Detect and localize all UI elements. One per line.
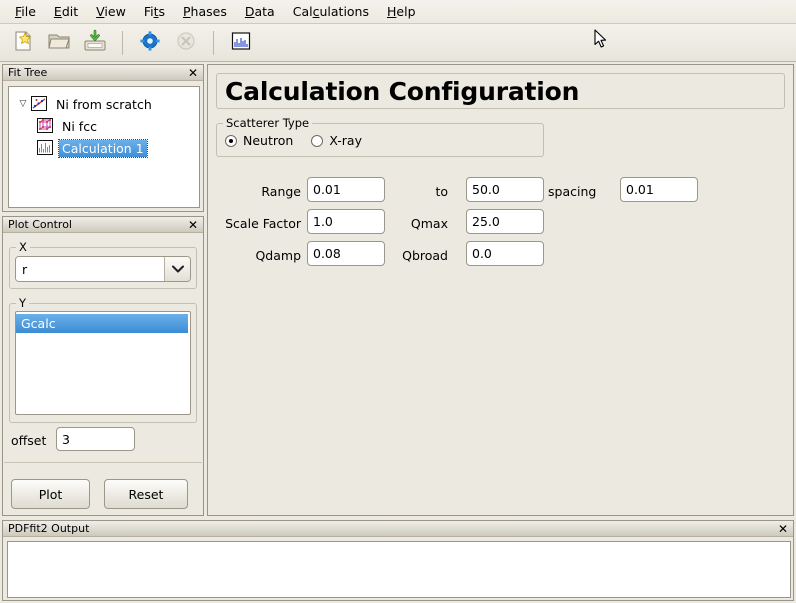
scale-factor-input[interactable]: 1.0 (307, 209, 385, 234)
plot-button-toolbar[interactable] (226, 28, 256, 58)
plot-button[interactable]: Plot (11, 479, 90, 509)
plot-control-close-icon[interactable]: ✕ (187, 219, 199, 231)
new-fit-button[interactable] (8, 28, 38, 58)
calculation-configuration-panel: Calculation Configuration Scatterer Type… (207, 64, 794, 516)
plot-control-title: Plot Control (8, 218, 72, 231)
scale-factor-label: Scale Factor (211, 216, 301, 231)
fit-tree-close-icon[interactable]: ✕ (187, 67, 199, 79)
spacing-label: spacing (548, 184, 613, 199)
fit-tree-panel: Fit Tree ✕ ▽ Ni from scratch (2, 64, 204, 212)
offset-label: offset (11, 433, 46, 448)
scatterer-type-radio-row: Neutron X-ray (225, 133, 374, 148)
run-gear-icon (139, 30, 161, 55)
open-folder-icon (47, 29, 71, 56)
offset-input[interactable]: 3 (56, 427, 135, 451)
run-button[interactable] (135, 28, 165, 58)
menu-calculations[interactable]: Calculations (284, 1, 378, 22)
chevron-down-icon[interactable]: ▽ (15, 99, 31, 109)
chevron-down-icon[interactable] (164, 257, 190, 281)
radio-neutron[interactable] (225, 135, 237, 147)
new-fit-icon (11, 29, 35, 56)
tree-item-label: Calculation 1 (59, 140, 147, 157)
y-axis-group-label: Y (16, 296, 29, 310)
x-axis-combobox[interactable]: r (15, 256, 191, 282)
tree-item-ni-from-scratch[interactable]: ▽ Ni from scratch (9, 93, 199, 115)
x-axis-value: r (16, 257, 164, 281)
toolbar-separator-1 (122, 31, 123, 55)
tree-item-calculation-1[interactable]: Calculation 1 (9, 137, 199, 159)
pdffit2-output-text[interactable] (7, 541, 791, 598)
plot-control-panel: Plot Control ✕ X r Y Gcalc offset 3 Plot… (2, 216, 204, 516)
radio-xray[interactable] (311, 135, 323, 147)
open-folder-button[interactable] (44, 28, 74, 58)
page-title: Calculation Configuration (216, 73, 785, 109)
qdamp-input[interactable]: 0.08 (307, 241, 385, 266)
menu-bar: File Edit View Fits Phases Data Calculat… (0, 0, 796, 24)
scatterer-type-group: Scatterer Type Neutron X-ray (216, 123, 544, 157)
reset-button[interactable]: Reset (104, 479, 188, 509)
tree-item-label: Ni fcc (59, 118, 100, 135)
radio-xray-label: X-ray (329, 133, 362, 148)
plot-control-titlebar: Plot Control ✕ (3, 217, 203, 233)
save-button[interactable] (80, 28, 110, 58)
stop-button (171, 28, 201, 58)
fit-tree-title: Fit Tree (8, 66, 47, 79)
fit-tree-list[interactable]: ▽ Ni from scratch (8, 86, 200, 208)
y-axis-listbox[interactable]: Gcalc (15, 311, 191, 415)
tree-item-ni-fcc[interactable]: Ni fcc (9, 115, 199, 137)
list-item[interactable]: Gcalc (16, 314, 188, 333)
fit-tree-titlebar: Fit Tree ✕ (3, 65, 203, 81)
spacing-input[interactable]: 0.01 (620, 177, 698, 202)
menu-edit[interactable]: Edit (45, 1, 87, 22)
range-label: Range (231, 184, 301, 199)
crystal-lattice-icon (37, 118, 55, 134)
scatterer-type-group-label: Scatterer Type (223, 116, 312, 130)
qmax-label: Qmax (383, 216, 448, 231)
stop-icon (175, 30, 197, 55)
menu-data[interactable]: Data (236, 1, 284, 22)
range-input[interactable]: 0.01 (307, 177, 385, 202)
menu-file[interactable]: File (6, 1, 45, 22)
to-input[interactable]: 50.0 (466, 177, 544, 202)
x-axis-group-label: X (16, 240, 30, 254)
pdffit2-output-close-icon[interactable]: ✕ (777, 523, 789, 535)
pdffit2-output-titlebar: PDFfit2 Output ✕ (3, 521, 793, 537)
menu-view[interactable]: View (87, 1, 135, 22)
toolbar-separator-2 (213, 31, 214, 55)
save-icon (83, 29, 107, 56)
qbroad-label: Qbroad (378, 248, 448, 263)
radio-neutron-label: Neutron (243, 133, 293, 148)
toolbar (0, 24, 796, 62)
qmax-input[interactable]: 25.0 (466, 209, 544, 234)
menu-phases[interactable]: Phases (174, 1, 236, 22)
to-label: to (403, 184, 448, 199)
pdffit2-output-panel: PDFfit2 Output ✕ (2, 520, 794, 601)
pdffit2-output-title: PDFfit2 Output (8, 522, 89, 535)
menu-fits[interactable]: Fits (135, 1, 174, 22)
application-window: File Edit View Fits Phases Data Calculat… (0, 0, 796, 603)
scatter-plot-icon (31, 96, 49, 112)
mouse-cursor (594, 29, 608, 49)
histogram-icon (37, 140, 55, 156)
qbroad-input[interactable]: 0.0 (466, 241, 544, 266)
plot-control-divider (4, 462, 202, 463)
menu-help[interactable]: Help (378, 1, 425, 22)
plot-chart-icon (230, 30, 252, 55)
qdamp-label: Qdamp (231, 248, 301, 263)
tree-item-label: Ni from scratch (53, 96, 155, 113)
